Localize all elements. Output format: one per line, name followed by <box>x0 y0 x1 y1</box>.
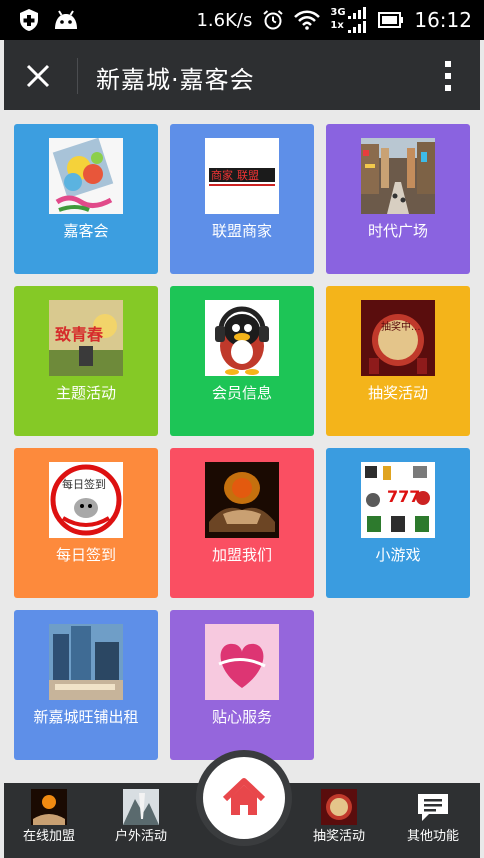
tile-choujiang-huodong[interactable]: 抽奖中... 抽奖活动 <box>326 286 470 436</box>
merchant-alliance-image: 商家 联盟 <box>205 138 279 214</box>
tile-label: 每日签到 <box>55 546 116 564</box>
merchant-thumb-text-b: 联盟 <box>237 169 259 182</box>
tile-label: 加盟我们 <box>211 546 272 564</box>
member-info-image <box>205 300 279 376</box>
tile-meiri-qiandao[interactable]: 每日签到 每日签到 <box>14 448 158 598</box>
nav-label: 其他功能 <box>406 829 459 844</box>
close-button[interactable] <box>20 58 56 94</box>
close-icon <box>26 64 50 88</box>
tile-label: 贴心服务 <box>211 708 272 726</box>
tile-label: 嘉客会 <box>63 222 109 240</box>
tile-tiexin-fuwu[interactable]: 贴心服务 <box>170 610 314 760</box>
nav-other-functions[interactable]: 其他功能 <box>388 783 478 858</box>
network-type-3g: 3G <box>330 7 346 18</box>
caring-service-image <box>205 624 279 700</box>
online-join-thumb <box>31 789 67 825</box>
nav-label: 户外活动 <box>114 829 167 844</box>
join-us-image <box>205 462 279 538</box>
nav-lottery[interactable]: 抽奖活动 <box>294 783 384 858</box>
header-divider <box>77 58 78 94</box>
tile-lianmeng-shangjia[interactable]: 商家 联盟 联盟商家 <box>170 124 314 274</box>
checkin-thumb-text: 每日签到 <box>62 477 106 491</box>
alarm-icon <box>263 10 284 30</box>
tile-label: 新嘉城旺铺出租 <box>33 708 139 726</box>
network-type-1x: 1x <box>330 20 344 31</box>
wifi-icon <box>294 10 321 30</box>
battery-icon <box>378 12 404 28</box>
outdoor-events-thumb <box>123 789 159 825</box>
chat-bubble-icon <box>415 789 451 825</box>
jiakehui-logo-image <box>49 138 123 214</box>
nav-online-join[interactable]: 在线加盟 <box>4 783 94 858</box>
nav-label: 抽奖活动 <box>312 829 365 844</box>
android-icon <box>55 10 77 29</box>
clock-text: 16:12 <box>414 8 472 32</box>
tile-label: 会员信息 <box>211 384 272 402</box>
lottery-image: 抽奖中... <box>361 300 435 376</box>
daily-checkin-image: 每日签到 <box>49 462 123 538</box>
page-title: 新嘉城·嘉客会 <box>96 66 255 94</box>
nav-label: 在线加盟 <box>22 829 75 844</box>
tile-label: 抽奖活动 <box>367 384 428 402</box>
home-button[interactable] <box>203 757 285 839</box>
tile-zhuti-huodong[interactable]: 致青春 主题活动 <box>14 286 158 436</box>
tile-jiakehui[interactable]: 嘉客会 <box>14 124 158 274</box>
more-vertical-icon <box>445 61 451 91</box>
theme-event-image: 致青春 <box>49 300 123 376</box>
status-bar: 1.6K/s 3G 1x 16:12 <box>0 0 484 40</box>
more-menu-button[interactable] <box>440 58 456 94</box>
home-icon <box>222 778 266 815</box>
mini-games-image: 777 <box>361 462 435 538</box>
menu-grid: 嘉客会 商家 联盟 联盟商家 时代广场 致青春 主题活动 会员信息 抽奖中...… <box>4 110 480 780</box>
tile-label: 主题活动 <box>55 384 116 402</box>
signal-indicator: 3G 1x <box>330 7 368 33</box>
net-speed-text: 1.6K/s <box>196 9 253 31</box>
lottery-thumb-text: 抽奖中... <box>381 320 421 333</box>
tile-label: 联盟商家 <box>211 222 272 240</box>
tile-jiameng-women[interactable]: 加盟我们 <box>170 448 314 598</box>
tile-wangpu-chuzu[interactable]: 新嘉城旺铺出租 <box>14 610 158 760</box>
shop-rental-image <box>49 624 123 700</box>
tile-label: 小游戏 <box>375 546 421 564</box>
tile-shidai-guangchang[interactable]: 时代广场 <box>326 124 470 274</box>
shield-plus-icon <box>20 9 38 31</box>
times-square-image <box>361 138 435 214</box>
tile-huiyuan-xinxi[interactable]: 会员信息 <box>170 286 314 436</box>
svg-text:777: 777 <box>387 487 420 506</box>
app-header: 新嘉城·嘉客会 <box>4 40 480 110</box>
merchant-thumb-text-a: 商家 <box>211 168 233 182</box>
lottery-nav-thumb <box>321 789 357 825</box>
tile-label: 时代广场 <box>367 222 428 240</box>
tile-xiao-youxi[interactable]: 777 小游戏 <box>326 448 470 598</box>
signal-bars-icon <box>348 7 367 33</box>
theme-thumb-text: 致青春 <box>55 325 104 344</box>
nav-outdoor-events[interactable]: 户外活动 <box>96 783 186 858</box>
